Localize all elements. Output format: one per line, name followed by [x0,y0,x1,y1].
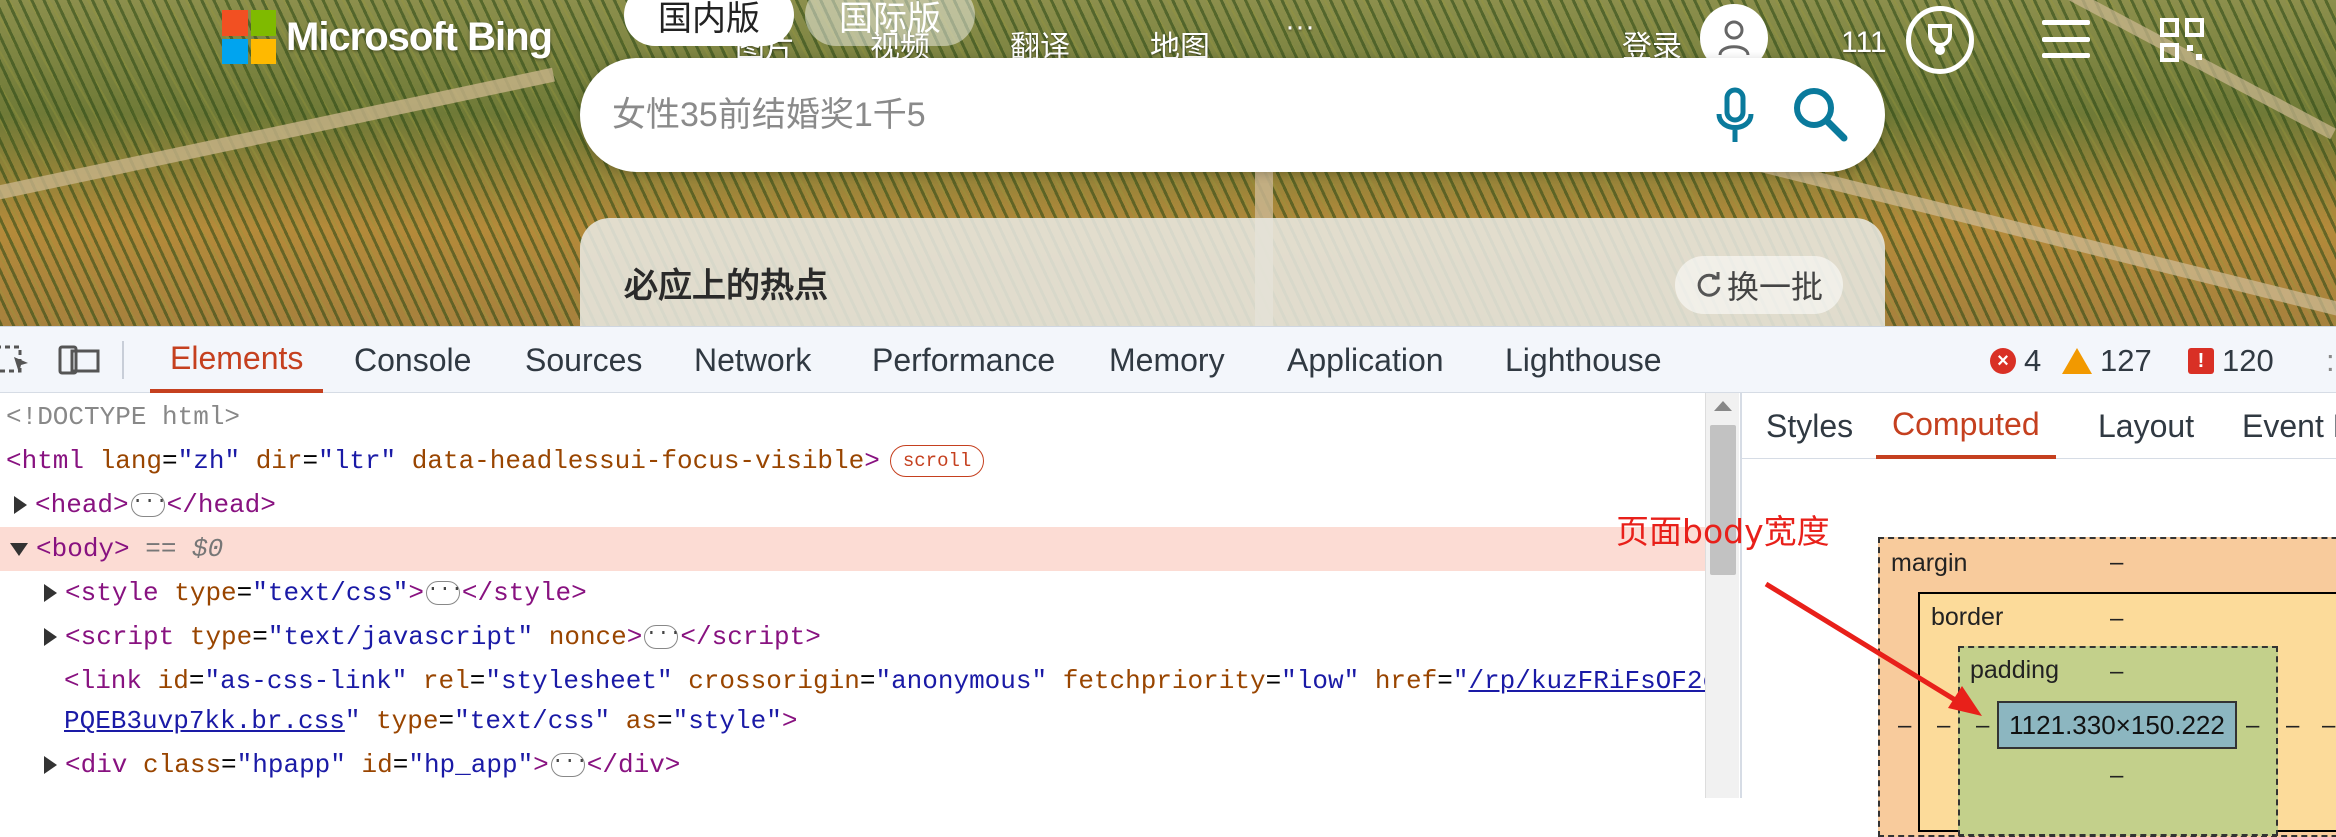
dom-body-node[interactable]: <body> == $0 [0,527,1705,571]
reward-points: 111 [1841,26,1887,59]
border-top-value[interactable]: – [2110,605,2123,633]
dom-script-node[interactable]: <script type = "text/javascript" nonce > ···… [0,615,1705,659]
error-count: 4 [2024,343,2042,378]
expand-icon[interactable] [44,628,57,646]
tab-event-listeners[interactable]: Event L [2242,393,2336,459]
rewards-trophy-icon[interactable] [1906,6,1974,74]
ellipsis-icon[interactable]: ··· [550,752,588,777]
dom-doctype[interactable]: <!DOCTYPE html> [0,395,1705,439]
issues-counter[interactable]: ! 120 [2188,343,2274,379]
stylesheet-link-continued[interactable]: PQEB3uvp7kk.br.css [64,706,345,736]
margin-top-value[interactable]: – [2110,549,2123,577]
bing-homepage: Microsoft Bing 图片 视频 翻译 地图 ··· 国内版 国际版 登… [0,0,2336,326]
border-right-value[interactable]: – [2286,712,2299,740]
tab-memory[interactable]: Memory [1109,327,1225,393]
refresh-label: 换一批 [1726,269,1823,305]
dom-scrollbar[interactable] [1705,393,1739,798]
search-input[interactable] [612,86,1652,144]
padding-top-value[interactable]: – [2110,658,2123,686]
issues-icon: ! [2188,348,2214,374]
device-toolbar-icon[interactable] [58,343,102,382]
tab-lighthouse[interactable]: Lighthouse [1505,327,1662,393]
tab-application[interactable]: Application [1287,327,1444,393]
dom-html-node[interactable]: <html lang = "zh" dir = "ltr" data-headlessu… [0,439,1705,483]
trending-panel: 必应上的热点 换一批 [580,218,1885,326]
expand-icon[interactable] [44,756,57,774]
tab-network[interactable]: Network [694,327,811,393]
dom-style-node[interactable]: <style type = "text/css" > ··· </style> [0,571,1705,615]
dom-div-node[interactable]: <div class = "hpapp" id = "hp_app" > ··· </div> [0,743,1705,787]
expand-icon[interactable] [14,496,27,514]
tab-console[interactable]: Console [354,327,471,393]
dom-link-node[interactable]: <link id = "as-css-link" rel = "stylesheet" … [0,659,1705,703]
issues-count: 120 [2222,343,2274,378]
dom-head-node[interactable]: <head> ··· </head> [0,483,1705,527]
annotation-label: 页面body宽度 [1616,512,1830,551]
refresh-icon [1697,272,1721,297]
scroll-badge[interactable]: scroll [889,445,985,477]
region-tab-domestic[interactable]: 国内版 [624,0,794,46]
logo-text: Microsoft Bing [286,14,553,59]
expand-icon[interactable] [44,584,57,602]
ellipsis-icon[interactable]: ··· [644,624,681,649]
tab-sources[interactable]: Sources [525,327,642,393]
ellipsis-icon[interactable]: ··· [425,580,463,605]
tab-computed[interactable]: Computed [1876,393,2056,459]
microphone-icon[interactable] [1715,86,1755,149]
warning-icon [2062,348,2092,374]
search-box[interactable] [580,58,1885,172]
trending-title: 必应上的热点 [624,267,828,305]
microsoft-logo-icon [222,10,276,64]
bing-logo[interactable]: Microsoft Bing [222,10,553,64]
margin-right-value[interactable]: – [2322,712,2335,740]
devtools-toolbar: Elements Console Sources Network Perform… [0,327,2336,393]
warning-count: 127 [2100,343,2152,378]
nav-more[interactable]: ··· [1285,10,1315,44]
refresh-button[interactable]: 换一批 [1675,256,1843,314]
warning-counter[interactable]: 127 [2062,343,2152,379]
more-icon[interactable]: : [2326,343,2335,379]
margin-label: margin [1891,549,1968,577]
tab-elements[interactable]: Elements [150,327,324,393]
tab-layout[interactable]: Layout [2098,393,2194,459]
stylesheet-link[interactable]: /rp/kuzFRiFsOF2eYaDR [1468,666,1705,696]
ellipsis-icon[interactable]: ··· [130,492,168,517]
collapse-icon[interactable] [10,542,28,556]
padding-right-value[interactable]: – [2246,712,2259,740]
inspect-element-icon[interactable] [0,343,30,382]
tab-styles[interactable]: Styles [1766,393,1853,459]
error-icon: × [1990,348,2016,374]
sidebar-tabs: Styles Computed Layout Event L [1742,393,2336,459]
region-tab-international[interactable]: 国际版 [805,0,975,46]
search-icon[interactable] [1790,84,1850,149]
padding-bottom-value[interactable]: – [2110,762,2123,790]
dom-tree[interactable]: <!DOCTYPE html> <html lang = "zh" dir = "ltr… [0,393,1705,798]
error-counter[interactable]: × 4 [1990,343,2041,379]
box-model-content[interactable]: 1121.330×150.222 [1997,701,2237,749]
tab-performance[interactable]: Performance [872,327,1055,393]
qr-code-icon[interactable] [2160,18,2204,62]
menu-icon[interactable] [2042,20,2090,58]
dom-link-node-continued[interactable]: PQEB3uvp7kk.br.css " type = "text/css" as = "… [0,699,1705,743]
annotation-arrow-icon [1764,581,1982,716]
scroll-up-icon[interactable] [1714,401,1732,411]
